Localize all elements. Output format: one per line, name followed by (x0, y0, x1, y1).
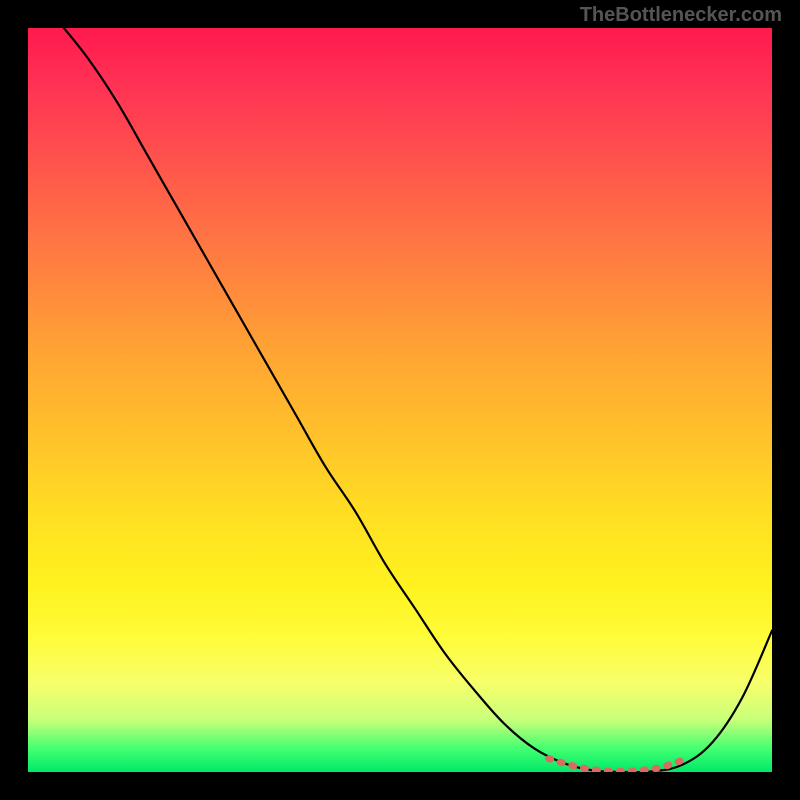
chart-plot-area (28, 28, 772, 772)
chart-svg (28, 28, 772, 772)
watermark-text: TheBottlenecker.com (580, 4, 782, 27)
curve-main (58, 28, 772, 772)
